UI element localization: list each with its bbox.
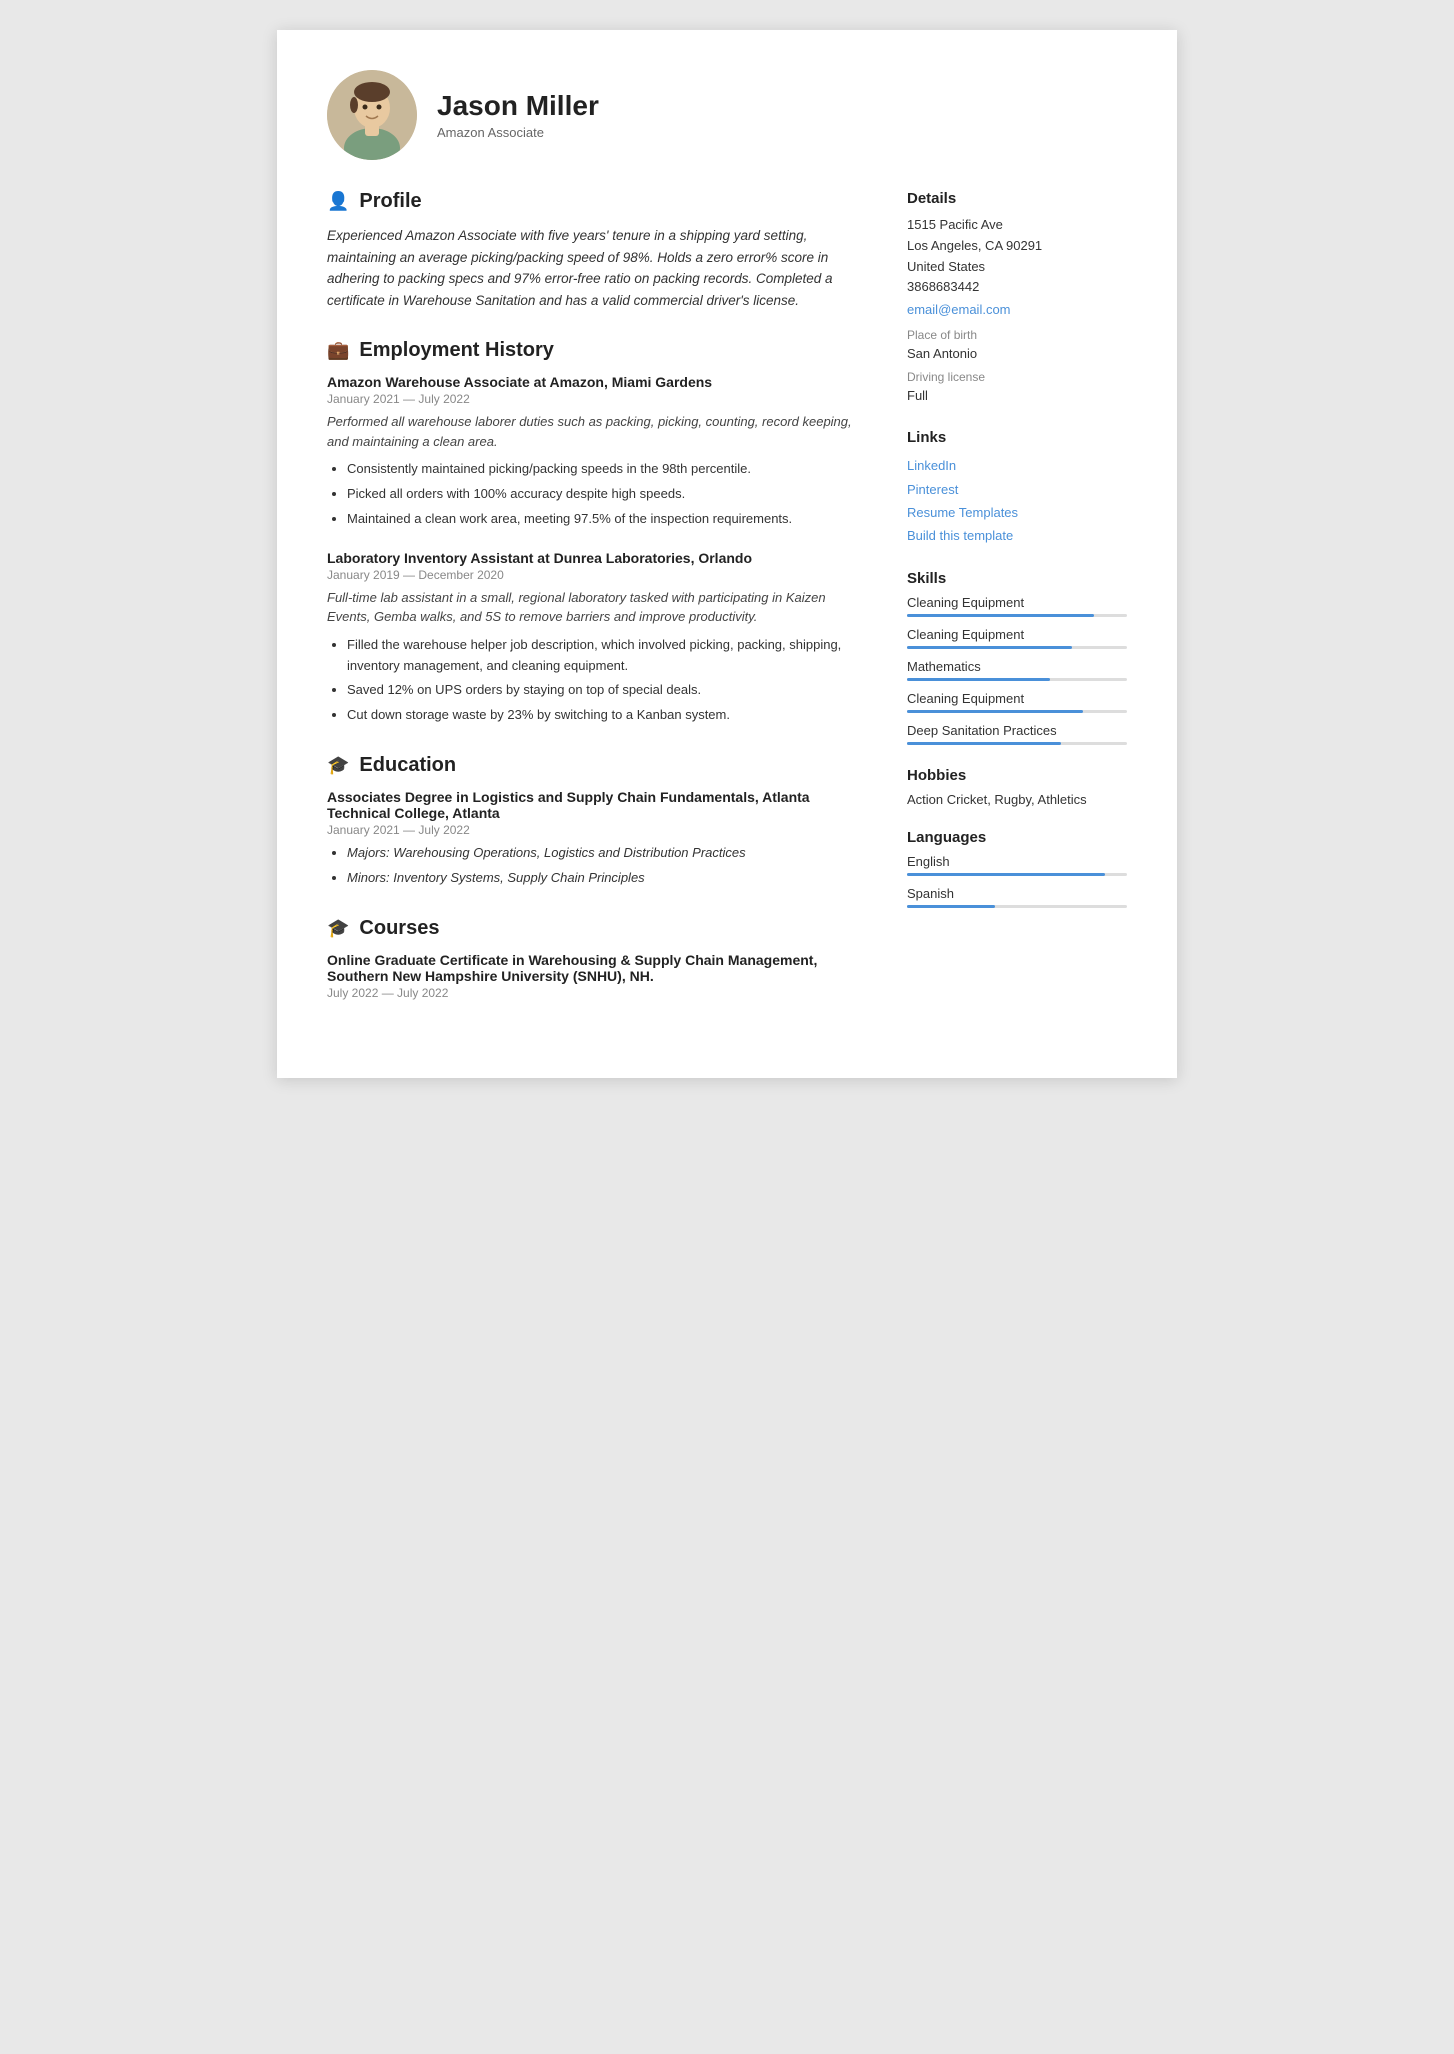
place-of-birth-label: Place of birth xyxy=(907,328,1127,342)
candidate-subtitle: Amazon Associate xyxy=(437,125,599,140)
driving-license: Full xyxy=(907,386,1127,407)
right-column: Details 1515 Pacific Ave Los Angeles, CA… xyxy=(907,190,1127,1028)
candidate-name: Jason Miller xyxy=(437,90,599,122)
link-resume-templates[interactable]: Resume Templates xyxy=(907,501,1127,524)
edu-dates-1: January 2021 — July 2022 xyxy=(327,823,867,837)
bullet-item: Majors: Warehousing Operations, Logistic… xyxy=(347,843,867,864)
courses-section-title: 🎓 Courses xyxy=(327,917,867,940)
profile-section: 👤 Profile Experienced Amazon Associate w… xyxy=(327,190,867,311)
skill-item-2: Cleaning Equipment xyxy=(907,627,1127,649)
skill-bar-bg-3 xyxy=(907,678,1127,681)
avatar xyxy=(327,70,417,160)
job-desc-1: Performed all warehouse laborer duties s… xyxy=(327,412,867,451)
job-bullets-1: Consistently maintained picking/packing … xyxy=(327,459,867,529)
skills-section: Skills Cleaning Equipment Cleaning Equip… xyxy=(907,570,1127,745)
lang-item-1: English xyxy=(907,854,1127,876)
skill-name-3: Mathematics xyxy=(907,659,1127,674)
job-title-1: Amazon Warehouse Associate at Amazon, Mi… xyxy=(327,374,867,390)
languages-title: Languages xyxy=(907,829,1127,846)
employment-icon: 💼 xyxy=(327,340,349,361)
skill-name-4: Cleaning Equipment xyxy=(907,691,1127,706)
details-section: Details 1515 Pacific Ave Los Angeles, CA… xyxy=(907,190,1127,407)
course-dates-1: July 2022 — July 2022 xyxy=(327,986,867,1000)
courses-section: 🎓 Courses Online Graduate Certificate in… xyxy=(327,917,867,1000)
lang-bar-fill-1 xyxy=(907,873,1105,876)
skill-bar-bg-4 xyxy=(907,710,1127,713)
course-entry-1: Online Graduate Certificate in Warehousi… xyxy=(327,952,867,1000)
place-of-birth: San Antonio xyxy=(907,344,1127,365)
lang-bar-fill-2 xyxy=(907,905,995,908)
link-build-template[interactable]: Build this template xyxy=(907,524,1127,547)
address-line1: 1515 Pacific Ave xyxy=(907,215,1127,236)
hobbies-text: Action Cricket, Rugby, Athletics xyxy=(907,792,1127,807)
skill-bar-bg-5 xyxy=(907,742,1127,745)
job-title-2: Laboratory Inventory Assistant at Dunrea… xyxy=(327,550,867,566)
lang-bar-bg-2 xyxy=(907,905,1127,908)
job-dates-2: January 2019 — December 2020 xyxy=(327,568,867,582)
employment-section: 💼 Employment History Amazon Warehouse As… xyxy=(327,339,867,726)
left-column: 👤 Profile Experienced Amazon Associate w… xyxy=(327,190,867,1028)
bullet-item: Filled the warehouse helper job descript… xyxy=(347,635,867,677)
skill-bar-fill-3 xyxy=(907,678,1050,681)
lang-bar-bg-1 xyxy=(907,873,1127,876)
bullet-item: Consistently maintained picking/packing … xyxy=(347,459,867,480)
skill-bar-fill-5 xyxy=(907,742,1061,745)
email-link[interactable]: email@email.com xyxy=(907,298,1127,321)
skill-name-5: Deep Sanitation Practices xyxy=(907,723,1127,738)
profile-section-title: 👤 Profile xyxy=(327,190,867,213)
skill-bar-bg-1 xyxy=(907,614,1127,617)
skill-bar-fill-4 xyxy=(907,710,1083,713)
lang-item-2: Spanish xyxy=(907,886,1127,908)
links-section: Links LinkedIn Pinterest Resume Template… xyxy=(907,429,1127,548)
education-icon: 🎓 xyxy=(327,755,349,776)
skill-item-4: Cleaning Equipment xyxy=(907,691,1127,713)
address-line2: Los Angeles, CA 90291 xyxy=(907,236,1127,257)
job-dates-1: January 2021 — July 2022 xyxy=(327,392,867,406)
skill-bar-bg-2 xyxy=(907,646,1127,649)
edu-entry-1: Associates Degree in Logistics and Suppl… xyxy=(327,789,867,889)
education-section-title: 🎓 Education xyxy=(327,754,867,777)
bullet-item: Maintained a clean work area, meeting 97… xyxy=(347,509,867,530)
skills-title: Skills xyxy=(907,570,1127,587)
skill-name-2: Cleaning Equipment xyxy=(907,627,1127,642)
edu-title-1: Associates Degree in Logistics and Suppl… xyxy=(327,789,867,821)
job-desc-2: Full-time lab assistant in a small, regi… xyxy=(327,588,867,627)
hobbies-section: Hobbies Action Cricket, Rugby, Athletics xyxy=(907,767,1127,807)
skill-item-1: Cleaning Equipment xyxy=(907,595,1127,617)
main-layout: 👤 Profile Experienced Amazon Associate w… xyxy=(327,190,1127,1028)
course-title-1: Online Graduate Certificate in Warehousi… xyxy=(327,952,867,984)
resume-header: Jason Miller Amazon Associate xyxy=(327,70,1127,160)
edu-bullets-1: Majors: Warehousing Operations, Logistic… xyxy=(327,843,867,889)
resume-page: Jason Miller Amazon Associate 👤 Profile … xyxy=(277,30,1177,1078)
skill-item-3: Mathematics xyxy=(907,659,1127,681)
courses-icon: 🎓 xyxy=(327,918,349,939)
address-line3: United States xyxy=(907,257,1127,278)
lang-name-1: English xyxy=(907,854,1127,869)
job-bullets-2: Filled the warehouse helper job descript… xyxy=(327,635,867,726)
employment-section-title: 💼 Employment History xyxy=(327,339,867,362)
bullet-item: Minors: Inventory Systems, Supply Chain … xyxy=(347,868,867,889)
skill-item-5: Deep Sanitation Practices xyxy=(907,723,1127,745)
profile-icon: 👤 xyxy=(327,191,349,212)
lang-name-2: Spanish xyxy=(907,886,1127,901)
education-section: 🎓 Education Associates Degree in Logisti… xyxy=(327,754,867,889)
job-entry-2: Laboratory Inventory Assistant at Dunrea… xyxy=(327,550,867,726)
link-linkedin[interactable]: LinkedIn xyxy=(907,454,1127,477)
bullet-item: Cut down storage waste by 23% by switchi… xyxy=(347,705,867,726)
header-text: Jason Miller Amazon Associate xyxy=(437,90,599,140)
skill-bar-fill-1 xyxy=(907,614,1094,617)
details-title: Details xyxy=(907,190,1127,207)
languages-section: Languages English Spanish xyxy=(907,829,1127,908)
bullet-item: Saved 12% on UPS orders by staying on to… xyxy=(347,680,867,701)
skill-name-1: Cleaning Equipment xyxy=(907,595,1127,610)
bullet-item: Picked all orders with 100% accuracy des… xyxy=(347,484,867,505)
links-title: Links xyxy=(907,429,1127,446)
phone: 3868683442 xyxy=(907,277,1127,298)
link-pinterest[interactable]: Pinterest xyxy=(907,478,1127,501)
skill-bar-fill-2 xyxy=(907,646,1072,649)
profile-text: Experienced Amazon Associate with five y… xyxy=(327,225,867,311)
driving-license-label: Driving license xyxy=(907,370,1127,384)
hobbies-title: Hobbies xyxy=(907,767,1127,784)
job-entry-1: Amazon Warehouse Associate at Amazon, Mi… xyxy=(327,374,867,529)
